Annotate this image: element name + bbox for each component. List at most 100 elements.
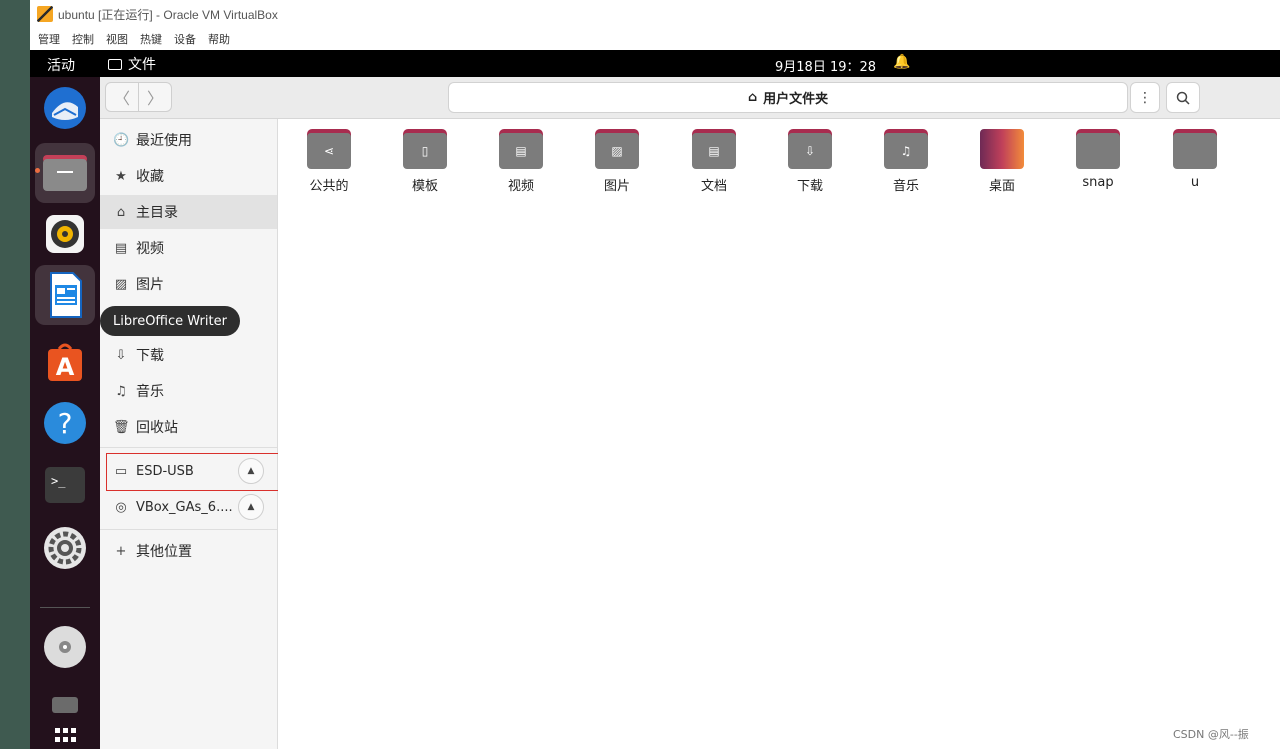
forward-button[interactable]: 〉	[138, 82, 172, 112]
home-icon: ⌂	[747, 90, 758, 105]
bell-icon[interactable]: 🔔	[893, 54, 910, 70]
plus-icon: +	[115, 543, 127, 559]
folder-snap[interactable]: snap	[1053, 129, 1143, 190]
folder-label: 图片	[603, 179, 630, 194]
menu-button[interactable]: ⋮	[1130, 82, 1160, 113]
menu-view[interactable]: 视图	[106, 31, 128, 47]
sidebar-item-pictures[interactable]: ▨ 图片	[100, 267, 277, 301]
places-sidebar: 🕘 最近使用 ★ 收藏 ⌂ 主目录 ▤ 视频 ▨ 图片 ⇩ 下载 ♫ 音乐 🗑 …	[100, 119, 278, 749]
folder-downloads[interactable]: ⇩ 下载	[765, 129, 855, 194]
sidebar-item-label: 音乐	[136, 384, 164, 400]
folder-u[interactable]: u	[1150, 129, 1240, 190]
music-icon: ♫	[115, 383, 127, 399]
menu-control[interactable]: 控制	[72, 31, 94, 47]
help-icon[interactable]: ?	[42, 400, 88, 446]
eject-button[interactable]: ▲	[238, 494, 264, 520]
disc-icon: ◎	[115, 499, 127, 515]
sidebar-item-label: 收藏	[136, 169, 164, 185]
folder-music[interactable]: ♫ 音乐	[861, 129, 951, 194]
sidebar-item-trash[interactable]: 🗑 回收站	[100, 410, 277, 444]
svg-text:?: ?	[58, 407, 73, 440]
folder-icon	[1173, 129, 1217, 169]
search-icon	[1176, 91, 1190, 105]
libreoffice-writer-icon[interactable]	[35, 265, 95, 325]
window-title: ubuntu [正在运行] - Oracle VM VirtualBox	[58, 7, 278, 22]
files-icon[interactable]	[35, 143, 95, 203]
thunderbird-icon[interactable]	[42, 85, 88, 131]
terminal-icon[interactable]: >_	[42, 463, 88, 509]
search-button[interactable]	[1166, 82, 1200, 113]
clock[interactable]: 9月18日 19：28	[775, 56, 876, 75]
document-icon: ▤	[692, 129, 736, 169]
show-apps-icon[interactable]	[42, 724, 88, 749]
dock: A ? >_	[30, 77, 100, 749]
ubuntu-desktop: 活动 文件 9月18日 19：28 🔔 A ? >_ 〈 〉 ⌂ 用户文件夹 ⋮…	[30, 50, 1280, 749]
folder-icon	[1076, 129, 1120, 169]
menu-manage[interactable]: 管理	[38, 31, 60, 47]
sidebar-item-other-locations[interactable]: + 其他位置	[100, 534, 277, 568]
chevron-left-icon: 〈	[113, 89, 130, 108]
sidebar-item-music[interactable]: ♫ 音乐	[100, 374, 277, 408]
folder-videos[interactable]: ▤ 视频	[476, 129, 566, 194]
sidebar-item-videos[interactable]: ▤ 视频	[100, 231, 277, 265]
gnome-top-bar: 活动 文件 9月18日 19：28 🔔	[30, 50, 1280, 77]
sidebar-item-label: 图片	[136, 277, 164, 293]
video-icon: ▤	[499, 129, 543, 169]
location-bar[interactable]: ⌂ 用户文件夹	[448, 82, 1128, 113]
kebab-menu-icon: ⋮	[1138, 89, 1152, 106]
sidebar-item-starred[interactable]: ★ 收藏	[100, 159, 277, 193]
app-menu[interactable]: 文件	[108, 54, 156, 74]
music-icon: ♫	[884, 129, 928, 169]
sidebar-item-downloads[interactable]: ⇩ 下载	[100, 338, 277, 372]
clock-icon: 🕘	[113, 132, 130, 148]
video-icon: ▤	[114, 240, 128, 256]
image-icon: ▨	[114, 276, 128, 292]
folder-label: snap	[1082, 175, 1114, 190]
settings-icon[interactable]	[42, 525, 88, 571]
activities-button[interactable]: 活动	[47, 55, 75, 75]
folder-label: 下载	[796, 179, 823, 194]
folder-public[interactable]: ⋖ 公共的	[284, 129, 374, 194]
sidebar-item-label: 下载	[136, 348, 164, 364]
desktop-icon	[980, 129, 1024, 169]
rhythmbox-icon[interactable]	[42, 211, 88, 257]
sidebar-item-label: 视频	[136, 241, 164, 257]
back-button[interactable]: 〈	[105, 82, 139, 112]
svg-text:A: A	[56, 353, 75, 381]
menu-hotkey[interactable]: 热键	[140, 31, 162, 47]
trash-icon: 🗑	[113, 419, 130, 435]
folder-label: u	[1190, 175, 1200, 190]
folder-label: 模板	[411, 179, 438, 194]
folder-documents[interactable]: ▤ 文档	[669, 129, 759, 194]
menu-help[interactable]: 帮助	[208, 31, 230, 47]
dock-tooltip: LibreOffice Writer	[100, 306, 240, 336]
file-view[interactable]: ⋖ 公共的 ▯ 模板 ▤ 视频 ▨ 图片 ▤ 文档 ⇩ 下载 ♫ 音乐 桌面 s…	[278, 119, 1280, 749]
folder-desktop[interactable]: 桌面	[957, 129, 1047, 194]
chevron-right-icon: 〉	[146, 89, 163, 108]
folder-pictures[interactable]: ▨ 图片	[572, 129, 662, 194]
folder-label: 音乐	[892, 179, 919, 194]
home-icon: ⌂	[116, 204, 126, 220]
sidebar-separator	[100, 529, 277, 530]
sidebar-item-label: 最近使用	[136, 133, 192, 149]
app-center-icon[interactable]: A	[42, 339, 88, 385]
app-menu-label: 文件	[128, 57, 156, 73]
sidebar-item-label: 主目录	[136, 205, 178, 221]
download-icon: ⇩	[788, 129, 832, 169]
star-icon: ★	[115, 168, 127, 184]
menu-devices[interactable]: 设备	[174, 31, 196, 47]
folder-icon	[108, 58, 122, 70]
virtualbox-window: ubuntu [正在运行] - Oracle VM VirtualBox 管理 …	[30, 0, 1280, 749]
location-label: 用户文件夹	[763, 92, 829, 107]
sidebar-item-recent[interactable]: 🕘 最近使用	[100, 123, 277, 157]
sidebar-item-vbox-gas[interactable]: ◎ VBox_GAs_6.... ▲	[100, 490, 277, 524]
vbox-titlebar: ubuntu [正在运行] - Oracle VM VirtualBox	[30, 0, 1280, 28]
svg-text:>_: >_	[51, 474, 66, 488]
folder-label: 公共的	[309, 179, 349, 194]
folder-label: 视频	[507, 179, 534, 194]
virtualbox-logo-icon	[37, 6, 53, 22]
sidebar-item-home[interactable]: ⌂ 主目录	[100, 195, 277, 229]
dvd-drive-icon[interactable]	[42, 624, 88, 670]
folder-templates[interactable]: ▯ 模板	[380, 129, 470, 194]
usb-drive-icon[interactable]	[42, 687, 88, 713]
